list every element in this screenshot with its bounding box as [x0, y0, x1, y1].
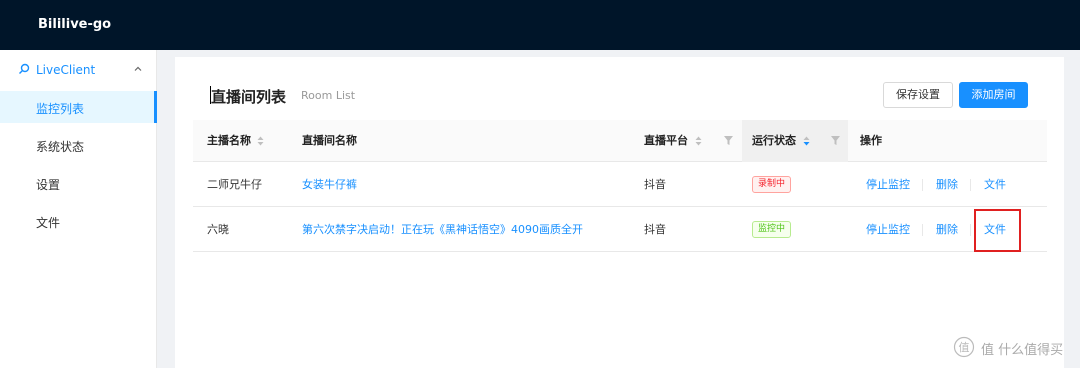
action-divider — [922, 179, 923, 191]
column-header-label: 主播名称 — [207, 134, 251, 147]
table-header: 主播名称 直播间名称 直播平台 运行状态 操作 — [193, 120, 1047, 162]
action-divider — [970, 224, 971, 236]
table-row: 六晓 第六次禁字决启动！正在玩《黑神话悟空》4090画质全开 抖音 监控中 停止… — [193, 207, 1047, 252]
room-name-link[interactable]: 第六次禁字决启动！正在玩《黑神话悟空》4090画质全开 — [302, 207, 583, 252]
watermark-text: 值 什么值得买 — [981, 343, 1064, 358]
sidebar-item-monitor-list[interactable]: 监控列表 — [0, 91, 157, 123]
sidebar-item-system-status[interactable]: 系统状态 — [0, 129, 157, 161]
sidebar-item-label: 系统状态 — [36, 140, 85, 154]
platform-name: 抖音 — [644, 178, 666, 191]
anchor-name: 六晓 — [207, 223, 229, 236]
sidebar-group-liveclient[interactable]: LiveClient — [0, 50, 156, 90]
save-settings-button[interactable]: 保存设置 — [883, 82, 953, 108]
stop-monitor-link[interactable]: 停止监控 — [866, 207, 910, 252]
stop-monitor-link[interactable]: 停止监控 — [866, 162, 910, 207]
sidebar-group-label: LiveClient — [36, 63, 96, 77]
column-header-actions: 操作 — [860, 120, 882, 162]
column-header-platform[interactable]: 直播平台 — [644, 120, 688, 162]
sidebar-item-files[interactable]: 文件 — [0, 205, 157, 237]
filter-icon[interactable] — [724, 136, 733, 145]
svg-text:值: 值 — [959, 341, 970, 354]
column-header-label: 运行状态 — [752, 134, 796, 147]
action-divider — [922, 224, 923, 236]
page-title: 直播间列表 — [211, 88, 287, 106]
column-header-label: 直播平台 — [644, 134, 688, 147]
highlight-annotation — [974, 209, 1021, 252]
column-header-label: 操作 — [860, 134, 882, 147]
add-room-button[interactable]: 添加房间 — [959, 82, 1028, 108]
app-title: Bililive-go — [38, 17, 112, 32]
sidebar-item-label: 文件 — [36, 216, 61, 230]
file-link[interactable]: 文件 — [984, 162, 1006, 207]
sidebar: LiveClient 监控列表 系统状态 设置 文件 — [0, 50, 157, 368]
sidebar-item-label: 设置 — [36, 178, 61, 192]
delete-link[interactable]: 删除 — [936, 207, 958, 252]
watermark-logo-icon: 值 — [953, 336, 975, 358]
action-divider — [970, 179, 971, 191]
room-name-link[interactable]: 女装牛仔裤 — [302, 162, 357, 207]
platform-name: 抖音 — [644, 223, 666, 236]
top-header: Bililive-go — [0, 0, 1080, 50]
delete-link[interactable]: 删除 — [936, 162, 958, 207]
table-row: 二师兄牛仔 女装牛仔裤 抖音 录制中 停止监控 删除 文件 — [193, 162, 1047, 207]
column-header-label: 直播间名称 — [302, 134, 357, 147]
sidebar-item-label: 监控列表 — [36, 102, 85, 116]
sidebar-item-settings[interactable]: 设置 — [0, 167, 157, 199]
column-header-room: 直播间名称 — [302, 120, 357, 162]
sort-icon[interactable] — [695, 136, 702, 146]
sort-icon[interactable] — [257, 136, 264, 146]
filter-icon[interactable] — [831, 136, 840, 145]
status-badge: 录制中 — [752, 176, 792, 193]
search-icon — [19, 63, 30, 74]
sort-icon[interactable] — [803, 136, 810, 146]
anchor-name: 二师兄牛仔 — [207, 178, 262, 191]
main-content: 直播间列表 Room List 保存设置 添加房间 主播名称 直播间名称 直播平… — [175, 57, 1064, 368]
page-subtitle: Room List — [301, 89, 356, 102]
status-badge: 监控中 — [752, 221, 792, 238]
column-header-anchor[interactable]: 主播名称 — [207, 120, 251, 162]
chevron-up-icon — [134, 66, 142, 71]
